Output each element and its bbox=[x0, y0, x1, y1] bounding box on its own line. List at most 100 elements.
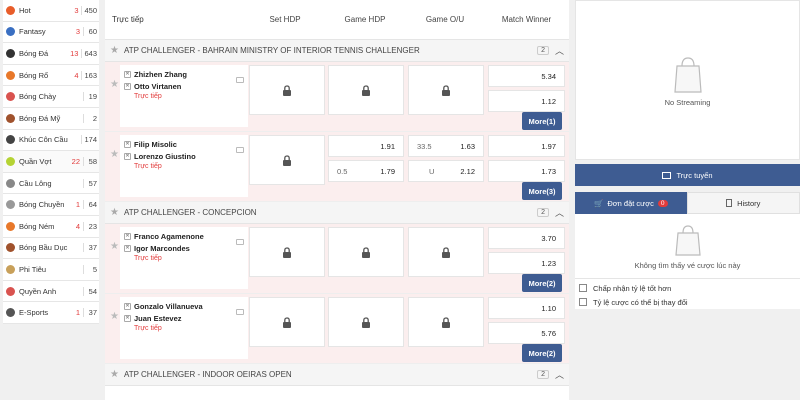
game-ou-over[interactable]: 33.5 1.63 bbox=[408, 135, 484, 157]
tab-history-label: History bbox=[737, 198, 761, 208]
sidebar-item[interactable]: Cầu Lông 57 bbox=[3, 172, 99, 195]
live-label: Trực tiếp bbox=[112, 15, 144, 24]
option-label: Tỷ lệ cược có thể bị thay đổi bbox=[593, 297, 688, 307]
team-away: ✕ Otto Virtanen bbox=[124, 80, 244, 92]
star-icon[interactable]: ★ bbox=[110, 149, 119, 160]
game-ou-locked bbox=[408, 297, 484, 347]
star-icon[interactable]: ★ bbox=[110, 311, 119, 322]
right-panel: No Streaming Trực tuyến 🛒 Đơn đặt cược 0… bbox=[575, 0, 800, 400]
total-count: 54 bbox=[83, 286, 97, 296]
tv-icon[interactable] bbox=[236, 309, 244, 315]
match-winner-away[interactable]: 1.23 bbox=[488, 252, 565, 274]
match-row: ★ ✕ Filip Misolic ✕ Lorenzo Giustino Trực tiế… bbox=[105, 132, 569, 202]
game-hdp-away[interactable]: 0.5 1.79 bbox=[328, 160, 404, 182]
star-icon[interactable]: ★ bbox=[110, 369, 119, 380]
handicap-value: 0.5 bbox=[337, 166, 348, 176]
chevron-up-icon[interactable]: ︿ bbox=[555, 206, 564, 219]
sidebar-item-label: Khúc Côn Cầu bbox=[19, 135, 68, 145]
sidebar-item-label: Bóng Rổ bbox=[19, 70, 49, 80]
slip-options: Chấp nhận tỷ lệ tốt hơn Tỷ lệ cược có th… bbox=[575, 278, 800, 309]
match-winner-away[interactable]: 5.76 bbox=[488, 322, 565, 344]
sidebar-item[interactable]: Bóng Ném 4 23 bbox=[3, 215, 99, 238]
chevron-up-icon[interactable]: ︿ bbox=[555, 44, 564, 57]
chevron-up-icon[interactable]: ︿ bbox=[555, 368, 564, 381]
more-markets-button[interactable]: More(2) bbox=[522, 274, 562, 292]
slip-tabs: 🛒 Đơn đặt cược 0 History bbox=[575, 192, 800, 214]
total-count: 2 bbox=[83, 113, 97, 123]
sidebar-item-label: Phi Tiêu bbox=[19, 264, 47, 274]
sidebar-item[interactable]: Quyền Anh 54 bbox=[3, 280, 99, 303]
game-hdp-locked bbox=[328, 297, 404, 347]
more-markets-button[interactable]: More(2) bbox=[522, 344, 562, 362]
set-hdp-locked bbox=[249, 297, 325, 347]
online-button[interactable]: Trực tuyến bbox=[575, 164, 800, 186]
star-icon[interactable]: ★ bbox=[110, 79, 119, 90]
match-winner-home[interactable]: 1.10 bbox=[488, 297, 565, 319]
match-winner-home[interactable]: 3.70 bbox=[488, 227, 565, 249]
match-status: Trực tiếp bbox=[134, 93, 162, 100]
team-name: Franco Agamenone bbox=[134, 231, 204, 241]
sidebar-item[interactable]: Phi Tiêu 5 bbox=[3, 259, 99, 281]
star-icon[interactable]: ★ bbox=[110, 207, 119, 218]
sidebar-item-label: Cầu Lông bbox=[19, 178, 52, 188]
sidebar-item[interactable]: Bóng Bầu Dục 37 bbox=[3, 237, 99, 260]
sidebar-item[interactable]: Bóng Chày 19 bbox=[3, 86, 99, 108]
more-markets-button[interactable]: More(3) bbox=[522, 182, 562, 200]
tab-history[interactable]: History bbox=[686, 192, 800, 214]
team-name: Zhizhen Zhang bbox=[134, 69, 187, 79]
league-header[interactable]: ★ ATP CHALLENGER - INDOOR OEIRAS OPEN 2 ︿ bbox=[105, 364, 569, 386]
odds-table: Trực tiếp Set HDP Game HDP Game O/U Matc… bbox=[105, 0, 569, 400]
accept-better-odds-checkbox[interactable] bbox=[579, 284, 587, 292]
sidebar-item[interactable]: Bóng Chuyền 1 64 bbox=[3, 194, 99, 216]
option-accept-better-odds[interactable]: Chấp nhận tỷ lệ tốt hơn bbox=[575, 281, 800, 295]
live-count: 22 bbox=[71, 156, 80, 166]
handball-icon bbox=[6, 221, 15, 231]
sidebar-item[interactable]: Bóng Rổ 4 163 bbox=[3, 64, 99, 87]
lock-icon bbox=[283, 154, 291, 166]
player-icon: ✕ bbox=[124, 302, 131, 310]
shopping-bag-icon bbox=[674, 224, 701, 256]
lock-icon bbox=[442, 246, 450, 258]
sidebar-item[interactable]: Bóng Đá 13 643 bbox=[3, 43, 99, 65]
tab-bet-slip[interactable]: 🛒 Đơn đặt cược 0 bbox=[575, 192, 687, 214]
more-markets-button[interactable]: More(1) bbox=[522, 112, 562, 130]
total-count: 37 bbox=[83, 243, 97, 253]
tennis-ball-icon bbox=[6, 156, 15, 166]
total-count: 37 bbox=[83, 308, 97, 318]
streaming-panel: No Streaming bbox=[575, 0, 800, 160]
fantasy-icon bbox=[6, 27, 15, 37]
total-count: 64 bbox=[83, 200, 97, 210]
odds-may-change-checkbox[interactable] bbox=[579, 298, 587, 306]
team-home: ✕ Franco Agamenone bbox=[124, 230, 244, 242]
game-ou-under[interactable]: U 2.12 bbox=[408, 160, 484, 182]
col-match-winner: Match Winner bbox=[501, 15, 552, 24]
star-icon[interactable]: ★ bbox=[110, 241, 119, 252]
cart-icon: 🛒 bbox=[593, 198, 604, 208]
option-odds-may-change[interactable]: Tỷ lệ cược có thể bị thay đổi bbox=[575, 295, 800, 309]
game-hdp-home[interactable]: 1.91 bbox=[328, 135, 404, 157]
sidebar-item[interactable]: Quần Vợt 22 58 bbox=[3, 151, 99, 173]
player-icon: ✕ bbox=[124, 314, 131, 322]
sidebar-item[interactable]: Hot 3 450 bbox=[3, 0, 99, 22]
match-status: Trực tiếp bbox=[134, 325, 162, 332]
match-winner-home[interactable]: 5.34 bbox=[488, 65, 565, 87]
sidebar-item[interactable]: Bóng Đá Mỹ 2 bbox=[3, 107, 99, 130]
rugby-ball-icon bbox=[6, 243, 15, 253]
tv-icon[interactable] bbox=[236, 147, 244, 153]
league-header[interactable]: ★ ATP CHALLENGER - BAHRAIN MINISTRY OF IN… bbox=[105, 40, 569, 62]
lock-icon bbox=[283, 246, 291, 258]
sidebar-item[interactable]: E-Sports 1 37 bbox=[3, 302, 99, 324]
sidebar-item[interactable]: Khúc Côn Cầu 174 bbox=[3, 129, 99, 152]
match-winner-away[interactable]: 1.73 bbox=[488, 160, 565, 182]
sidebar-item-label: E-Sports bbox=[19, 308, 49, 318]
tv-icon[interactable] bbox=[236, 77, 244, 83]
match-winner-home[interactable]: 1.97 bbox=[488, 135, 565, 157]
league-header[interactable]: ★ ATP CHALLENGER - CONCEPCION 2 ︿ bbox=[105, 202, 569, 224]
match-winner-away[interactable]: 1.12 bbox=[488, 90, 565, 112]
online-label: Trực tuyến bbox=[676, 170, 713, 180]
tv-icon[interactable] bbox=[236, 239, 244, 245]
sidebar-item[interactable]: Fantasy 3 60 bbox=[3, 21, 99, 44]
star-icon[interactable]: ★ bbox=[110, 45, 119, 56]
dart-icon bbox=[6, 264, 15, 274]
sidebar-item-label: Fantasy bbox=[19, 27, 46, 37]
